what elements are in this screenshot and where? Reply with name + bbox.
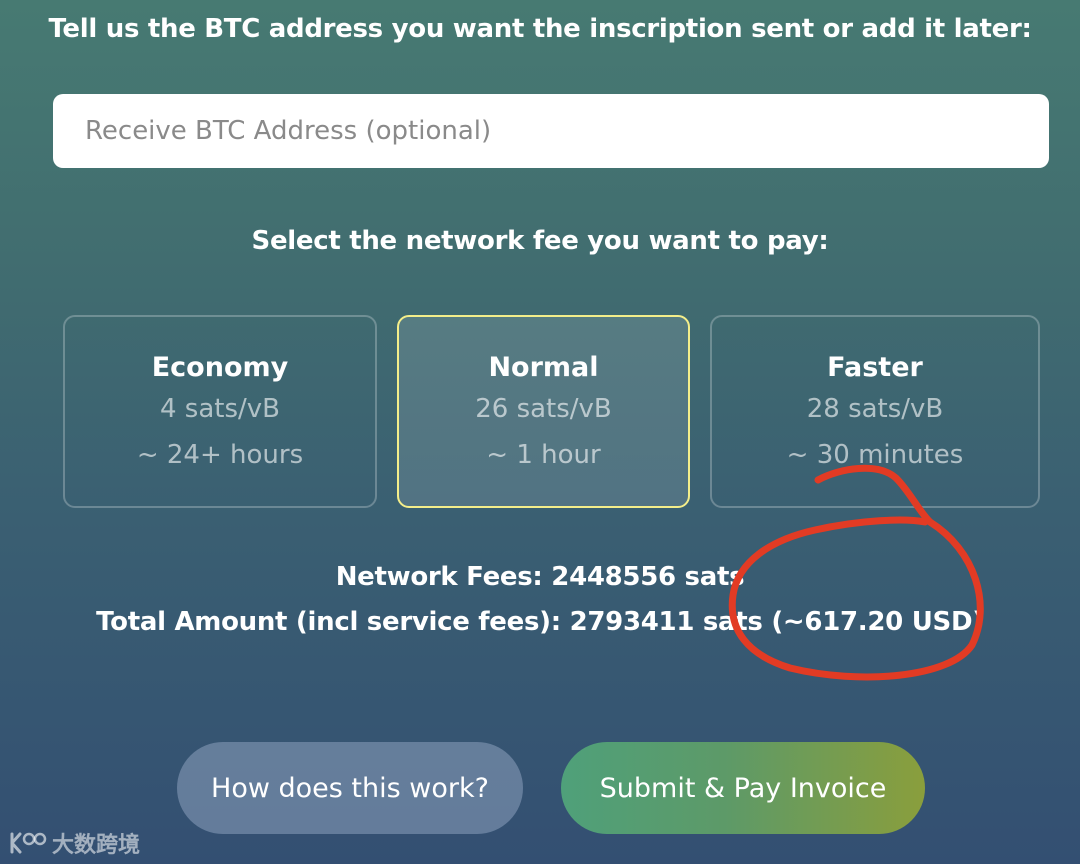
fee-option-economy[interactable]: Economy 4 sats/vB ~ 24+ hours: [63, 315, 377, 508]
network-fees-text: Network Fees: 2448556 sats: [335, 562, 745, 592]
submit-pay-invoice-button[interactable]: Submit & Pay Invoice: [561, 742, 925, 834]
fee-option-time: ~ 24+ hours: [136, 440, 304, 470]
fee-option-name: Faster: [827, 352, 923, 383]
how-it-works-button[interactable]: How does this work?: [177, 742, 523, 834]
fee-option-rate: 28 sats/vB: [806, 394, 944, 424]
watermark: 大数跨境: [8, 828, 140, 858]
fee-option-name: Economy: [151, 352, 289, 383]
brand-logo-icon: [10, 832, 47, 854]
watermark-text: 大数跨境: [52, 833, 141, 858]
fee-option-normal[interactable]: Normal 26 sats/vB ~ 1 hour: [397, 315, 690, 508]
total-amount-text: Total Amount (incl service fees): 279341…: [96, 607, 984, 637]
fee-option-time: ~ 30 minutes: [786, 440, 964, 470]
address-prompt: Tell us the BTC address you want the ins…: [48, 14, 1032, 44]
fee-option-rate: 26 sats/vB: [475, 394, 612, 424]
fee-prompt: Select the network fee you want to pay:: [251, 226, 829, 256]
fee-option-faster[interactable]: Faster 28 sats/vB ~ 30 minutes: [710, 315, 1040, 508]
fee-option-name: Normal: [488, 352, 599, 383]
btc-address-input[interactable]: [53, 94, 1049, 168]
fee-option-time: ~ 1 hour: [486, 440, 601, 470]
fee-option-rate: 4 sats/vB: [159, 394, 280, 424]
